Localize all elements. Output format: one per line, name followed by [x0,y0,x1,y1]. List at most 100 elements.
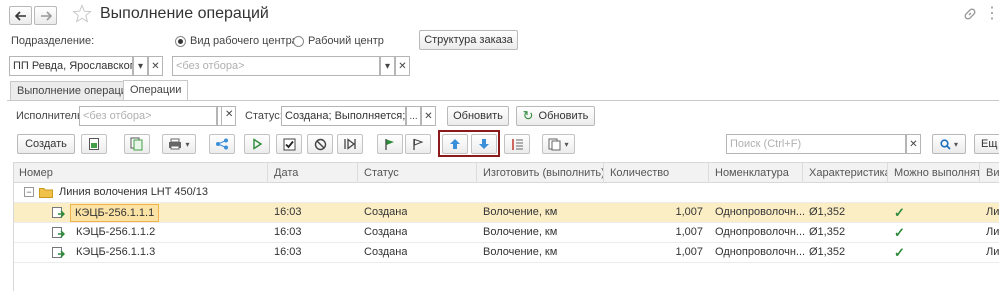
close-icon: ✕ [151,60,160,72]
add-copy-button[interactable] [81,134,107,154]
flag-button[interactable] [377,134,403,154]
tab-panel-border [7,100,999,101]
chevron-down-icon: ▾ [185,139,190,149]
favorite-star-icon[interactable] [72,4,94,26]
search-button[interactable]: ▾ [932,134,966,154]
table-row[interactable]: КЭЦБ-256.1.1.2 16:03 Создана Волочение, … [13,223,999,243]
mode-radio-work-center[interactable] [293,36,304,47]
division-field[interactable]: ПП Ревда, Ярославского [9,56,133,76]
group-label: Линия волочения LHT 450/13 [59,186,208,198]
row-number-cell[interactable]: КЭЦБ-256.1.1.1 [70,204,160,222]
row-date-cell: 16:03 [274,226,302,238]
chevron-down-icon: ▾ [564,139,569,149]
row-date-cell: 16:03 [274,246,302,258]
skip-button[interactable] [337,134,363,154]
mode-radio-work-center-type[interactable] [175,36,186,47]
row-nomenclature-cell: Однопроволочн... [715,246,806,258]
refresh-button-label: Обновить [453,110,503,122]
folder-icon [39,188,53,198]
row-type-cell: Ли [986,246,999,258]
document-add-icon [88,138,99,150]
move-down-button[interactable] [471,134,497,154]
unflag-button[interactable] [405,134,431,154]
refresh-list-label: Обновить [538,110,589,122]
complete-button[interactable] [276,134,302,154]
column-header-make[interactable]: Изготовить (выполнить) [477,163,604,183]
back-button[interactable] [9,6,32,25]
chevron-down-icon: ▾ [953,139,958,149]
column-header-date[interactable]: Дата [268,163,358,183]
split-button[interactable] [209,134,235,154]
row-make-cell: Волочение, км [483,226,558,238]
sort-list-button[interactable] [504,134,530,154]
row-nomenclature-cell: Однопроволочн... [715,206,806,218]
tab-operations-execution[interactable]: Выполнение операций [10,81,141,100]
move-up-button[interactable] [442,134,468,154]
printer-icon [169,138,182,150]
forward-button[interactable] [34,6,57,25]
row-quantity-cell: 1,007 [675,226,703,238]
column-header-characteristic[interactable]: Характеристика [803,163,888,183]
flag-green-icon [385,138,394,150]
column-header-number[interactable]: Номер [13,163,268,183]
cancel-operation-button[interactable] [307,134,333,154]
row-characteristic-cell: Ø1,352 [809,226,846,238]
group-row[interactable]: − Линия волочения LHT 450/13 [13,183,999,203]
search-clear-button[interactable]: ✕ [906,134,921,154]
work-center-clear-button[interactable]: ✕ [395,56,410,76]
page-title: Выполнение операций [100,5,269,22]
table-row[interactable]: КЭЦБ-256.1.1.1 16:03 Создана Волочение, … [13,203,999,223]
executor-field[interactable]: <без отбора> [79,106,217,126]
status-field[interactable]: Создана; Выполняется; Не [281,106,406,126]
row-quantity-cell: 1,007 [675,246,703,258]
search-input[interactable]: Поиск (Ctrl+F) [726,134,906,154]
close-icon: ✕ [424,110,433,122]
row-characteristic-cell: Ø1,352 [809,246,846,258]
copy-button[interactable] [124,134,150,154]
column-header-type[interactable]: Ви [980,163,999,183]
division-dropdown-button[interactable]: ▾ [133,56,148,76]
link-icon[interactable] [963,7,977,21]
refresh-icon: ↻ [522,108,534,123]
status-clear-button[interactable]: ✕ [421,106,436,126]
tab-operations[interactable]: Операции [123,80,189,100]
row-make-cell: Волочение, км [483,206,558,218]
document-stack-icon [548,138,561,150]
executor-label: Исполнитель: [16,110,86,122]
order-structure-button[interactable]: Структура заказа [419,30,518,50]
reports-button[interactable]: ▾ [542,134,575,154]
mode-option-work-center-type[interactable]: Вид рабочего центра [190,35,298,47]
create-button[interactable]: Создать [17,134,75,154]
column-header-quantity[interactable]: Количество [604,163,709,183]
operation-document-icon [52,227,65,238]
check-icon: ✓ [894,205,905,220]
column-header-can-execute[interactable]: Можно выполнять [888,163,980,183]
close-icon: ✕ [225,109,234,120]
search-icon [940,138,951,150]
chevron-down-icon: ▾ [384,60,391,72]
arrow-up-icon [450,139,460,149]
column-header-nomenclature[interactable]: Номенклатура [709,163,803,183]
row-status-cell: Создана [364,246,408,258]
row-number-cell[interactable]: КЭЦБ-256.1.1.3 [70,243,155,262]
table-row[interactable]: КЭЦБ-256.1.1.3 16:03 Создана Волочение, … [13,243,999,263]
more-menu-icon[interactable]: ⋮ [984,3,999,23]
work-center-dropdown-button[interactable]: ▾ [380,56,395,76]
status-label: Статус: [245,110,283,122]
status-select-button[interactable]: ... [406,106,421,126]
row-status-cell: Создана [364,226,408,238]
refresh-button[interactable]: Обновить [447,106,509,126]
work-center-field[interactable]: <без отбора> [172,56,380,76]
print-button[interactable]: ▾ [162,134,196,154]
close-icon: ✕ [398,60,407,72]
play-icon [253,138,263,150]
refresh-list-button[interactable]: ↻ Обновить [516,106,595,126]
column-header-status[interactable]: Статус [358,163,477,183]
row-type-cell: Ли [986,226,999,238]
start-button[interactable] [244,134,270,154]
collapse-icon[interactable]: − [24,187,34,197]
mode-option-work-center[interactable]: Рабочий центр [308,35,384,47]
more-button[interactable]: Ещ [974,134,999,154]
row-number-cell[interactable]: КЭЦБ-256.1.1.2 [70,223,155,242]
division-clear-button[interactable]: ✕ [148,56,163,76]
